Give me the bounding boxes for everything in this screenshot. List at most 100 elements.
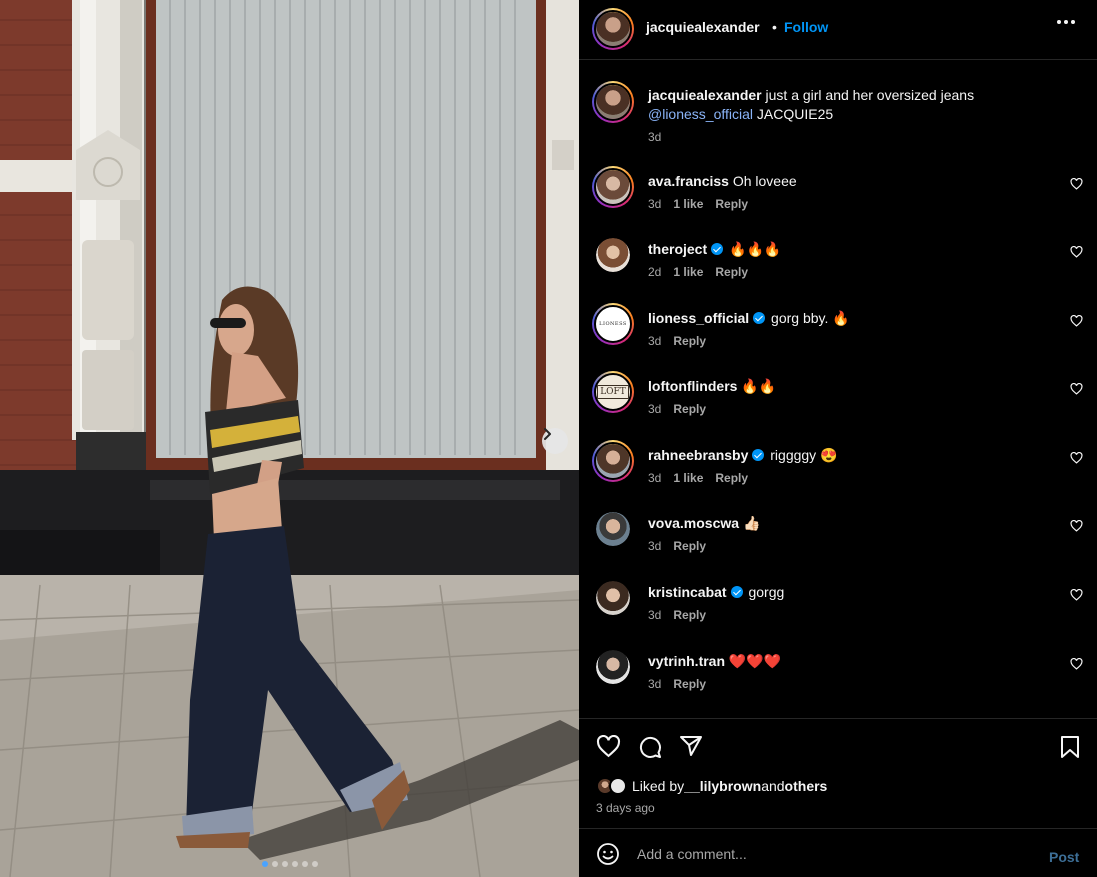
comment-time: 3d xyxy=(648,677,662,691)
reply-button[interactable]: Reply xyxy=(673,402,706,416)
post-side-panel: jacquiealexander • Follow jacquiealexand… xyxy=(579,0,1097,877)
caption-mention-link[interactable]: @lioness_official xyxy=(648,106,753,122)
comment-text: 🔥🔥🔥 xyxy=(729,241,782,257)
commenter-avatar[interactable] xyxy=(596,581,630,615)
post-header: jacquiealexander • Follow xyxy=(579,0,1097,60)
comment-text: 🔥🔥 xyxy=(741,378,777,394)
caption-text: just a girl and her oversized jeans xyxy=(761,87,975,103)
header-separator: • xyxy=(772,19,777,35)
comment-like-heart-icon[interactable] xyxy=(1070,520,1083,532)
liker-avatar xyxy=(609,777,627,795)
comment-like-heart-icon[interactable] xyxy=(1070,315,1083,327)
post-time-ago: 3 days ago xyxy=(596,801,655,815)
comment-username[interactable]: ava.franciss xyxy=(648,173,729,189)
caption-code: JACQUIE25 xyxy=(753,106,834,122)
comment-time: 3d xyxy=(648,539,662,553)
comment-text: 👍🏻 xyxy=(742,515,761,531)
comment-text: gorg bby. 🔥 xyxy=(771,310,850,326)
add-comment-bar: Post xyxy=(579,828,1097,877)
comment-time: 3d xyxy=(648,197,662,211)
commenter-avatar[interactable] xyxy=(592,166,634,208)
reply-button[interactable]: Reply xyxy=(715,197,748,211)
comment-time: 3d xyxy=(648,608,662,622)
lioness-logo: LIONESS xyxy=(599,321,627,327)
comment-like-heart-icon[interactable] xyxy=(1070,658,1083,670)
caption-username[interactable]: jacquiealexander xyxy=(648,87,762,103)
carousel-dot xyxy=(271,861,278,867)
comment-like-heart-icon[interactable] xyxy=(1070,452,1083,464)
comment-item: vytrinh.tran ❤️❤️❤️ 3d Reply xyxy=(579,650,1097,721)
post-photo[interactable] xyxy=(0,0,579,877)
carousel-dot xyxy=(311,861,318,867)
liked-by: Liked by __lilybrown and others xyxy=(596,777,827,795)
comment-item: ava.franciss Oh loveee 3d 1 like Reply xyxy=(579,166,1097,241)
commenter-avatar[interactable] xyxy=(596,238,630,272)
comment-text: riggggy 😍 xyxy=(770,447,838,463)
comment-item: theroject 🔥🔥🔥 2d 1 like Reply xyxy=(579,238,1097,309)
verified-badge-icon xyxy=(730,586,743,598)
emoji-icon[interactable] xyxy=(596,842,620,866)
comment-time: 3d xyxy=(648,334,662,348)
comment-like-heart-icon[interactable] xyxy=(1070,246,1083,258)
caption-avatar[interactable] xyxy=(592,81,634,123)
chevron-right-icon xyxy=(544,428,551,440)
reply-button[interactable]: Reply xyxy=(715,471,748,485)
comment-username[interactable]: vytrinh.tran xyxy=(648,653,725,669)
verified-badge-icon xyxy=(752,449,765,461)
commenter-avatar[interactable] xyxy=(596,512,630,546)
commenter-avatar[interactable] xyxy=(592,440,634,482)
comment-input[interactable] xyxy=(637,843,1017,865)
commenter-avatar[interactable] xyxy=(596,650,630,684)
reply-button[interactable]: Reply xyxy=(673,677,706,691)
comment-like-heart-icon[interactable] xyxy=(1070,383,1083,395)
comment-username[interactable]: theroject xyxy=(648,241,707,257)
commenter-avatar[interactable]: LOFT xyxy=(592,371,634,413)
carousel-next-button[interactable] xyxy=(542,428,568,454)
comment-username[interactable]: rahneebransby xyxy=(648,447,748,463)
reply-button[interactable]: Reply xyxy=(673,539,706,553)
carousel-dot xyxy=(301,861,308,867)
comment-time: 2d xyxy=(648,265,662,279)
post-comment-button[interactable]: Post xyxy=(1049,849,1079,865)
reply-button[interactable]: Reply xyxy=(673,334,706,348)
comment-likes[interactable]: 1 like xyxy=(673,265,703,279)
comment-username[interactable]: kristincabat xyxy=(648,584,727,600)
reply-button[interactable]: Reply xyxy=(673,608,706,622)
comment-item: LOFT loftonflinders 🔥🔥 3d Reply xyxy=(579,371,1097,446)
comment-text: gorgg xyxy=(748,584,785,600)
comment-like-heart-icon[interactable] xyxy=(1070,178,1083,190)
verified-badge-icon xyxy=(711,243,724,255)
comment-item: rahneebransby riggggy 😍 3d 1 like Reply xyxy=(579,440,1097,515)
liked-by-middle: and xyxy=(761,778,785,794)
carousel-dots xyxy=(0,861,579,867)
carousel-dot xyxy=(261,861,268,867)
photo-illustration xyxy=(0,0,579,877)
like-heart-icon[interactable] xyxy=(596,735,621,758)
comment-item: LIONESS lioness_official gorg bby. 🔥 3d R… xyxy=(579,303,1097,378)
follow-button[interactable]: Follow xyxy=(784,19,828,35)
commenter-avatar[interactable]: LIONESS xyxy=(592,303,634,345)
comment-item: kristincabat gorgg 3d Reply xyxy=(579,581,1097,652)
share-send-icon[interactable] xyxy=(679,735,703,757)
comment-text: ❤️❤️❤️ xyxy=(728,653,782,669)
carousel-dot xyxy=(281,861,288,867)
caption-timestamp: 3d xyxy=(648,130,662,144)
comment-username[interactable]: loftonflinders xyxy=(648,378,737,394)
comment-like-heart-icon[interactable] xyxy=(1070,589,1083,601)
liked-by-others[interactable]: others xyxy=(785,778,828,794)
comment-item: vova.moscwa 👍🏻 3d Reply xyxy=(579,512,1097,583)
comment-likes[interactable]: 1 like xyxy=(673,471,703,485)
reply-button[interactable]: Reply xyxy=(715,265,748,279)
save-bookmark-icon[interactable] xyxy=(1060,735,1080,759)
comment-likes[interactable]: 1 like xyxy=(673,197,703,211)
comment-username[interactable]: lioness_official xyxy=(648,310,749,326)
comment-username[interactable]: vova.moscwa xyxy=(648,515,739,531)
comment-time: 3d xyxy=(648,471,662,485)
more-options-icon[interactable] xyxy=(1057,20,1075,24)
author-username[interactable]: jacquiealexander xyxy=(646,19,760,35)
loft-logo: LOFT xyxy=(597,385,629,399)
post-caption: jacquiealexander just a girl and her ove… xyxy=(648,86,1068,124)
comment-bubble-icon[interactable] xyxy=(638,735,662,759)
author-avatar[interactable] xyxy=(592,8,634,50)
liked-by-username[interactable]: __lilybrown xyxy=(684,778,761,794)
